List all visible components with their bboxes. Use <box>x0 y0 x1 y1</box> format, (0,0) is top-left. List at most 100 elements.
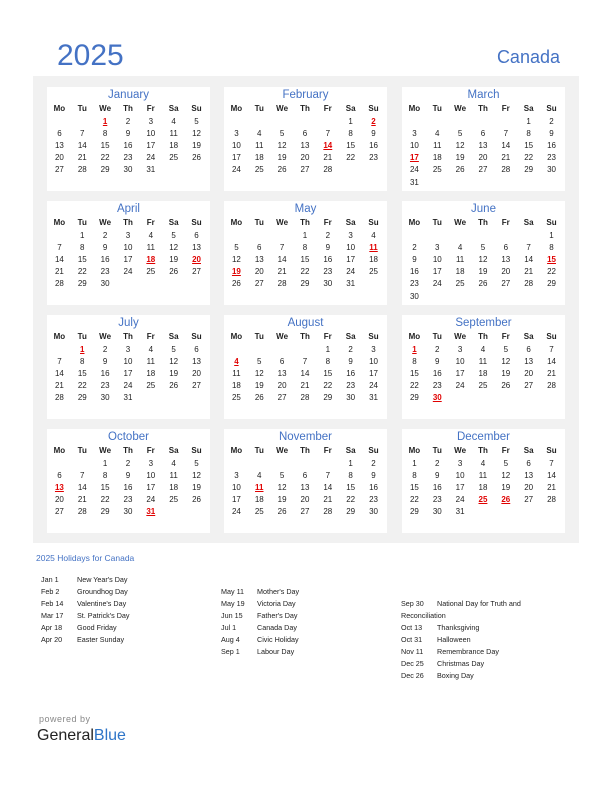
day-number: 5 <box>171 344 176 354</box>
week-row: 10 11 12 13 14 15 16 <box>403 139 563 151</box>
day-cell: 9 <box>94 241 117 253</box>
empty-cell <box>517 392 540 404</box>
day-cell: 24 <box>449 494 472 506</box>
day-cell: 12 <box>185 127 208 139</box>
month-table: Mo Tu We Th Fr Sa Su 1 2 3 4 5 6 7 8 9 10 11 12 13 14 15 16 17 1… <box>225 444 385 518</box>
empty-cell <box>426 229 449 241</box>
month-title: September <box>455 317 512 329</box>
empty-cell <box>294 457 317 469</box>
week-row: 8 9 10 11 12 13 14 <box>403 355 563 367</box>
weekday-label: Su <box>191 104 202 113</box>
day-cell: 4 <box>139 229 162 241</box>
day-cell: 7 <box>48 241 71 253</box>
empty-cell <box>540 290 563 302</box>
day-cell: 20 <box>517 367 540 379</box>
brand-logo[interactable]: GeneralBlue <box>37 727 126 745</box>
day-number: 27 <box>254 279 264 289</box>
holiday-item: Jul 1 Canada Day <box>221 622 299 634</box>
day-cell: 15 <box>517 139 540 151</box>
week-row: 28 29 30 31 <box>48 392 208 404</box>
day-number: 21 <box>323 153 333 163</box>
day-cell: 5 <box>449 127 472 139</box>
day-number: 31 <box>409 177 419 187</box>
day-number: 26 <box>192 495 201 505</box>
day-cell: 4 <box>248 469 271 481</box>
day-cell: 25 <box>139 266 162 278</box>
day-cell: 3 <box>426 241 449 253</box>
day-number: 9 <box>102 356 108 366</box>
weekday-label: Th <box>123 104 133 113</box>
weekday-label: Fr <box>501 218 510 227</box>
day-number: 24 <box>369 381 378 391</box>
holiday-item: Sep 1 Labour Day <box>221 646 299 658</box>
weekday-header-row: Mo Tu We Th Fr Sa Su <box>225 102 385 115</box>
weekday-label: Th <box>300 218 310 227</box>
day-cell: 28 <box>271 278 294 290</box>
day-cell: 30 <box>426 506 449 518</box>
day-number: 25 <box>369 267 378 277</box>
day-cell: 5 <box>271 127 294 139</box>
day-number: 11 <box>255 482 264 492</box>
month-january: January Mo Tu We Th Fr Sa Su 1 2 3 4 5 6 7 8 9 10 11 12 13 14… <box>47 87 210 191</box>
holiday-date: May 19 <box>221 599 245 608</box>
day-cell: 10 <box>117 355 140 367</box>
day-number: 5 <box>194 116 199 126</box>
day-number: 16 <box>369 140 378 150</box>
day-number: 29 <box>100 165 110 175</box>
day-number: 16 <box>346 368 356 378</box>
day-number: 30 <box>123 507 133 517</box>
week-row: 17 18 19 20 21 22 23 <box>225 494 385 506</box>
day-cell: 14 <box>71 139 94 151</box>
day-number: 18 <box>254 153 264 163</box>
day-cell: 30 <box>403 290 426 302</box>
week-row: 12 <box>225 115 385 127</box>
day-number: 3 <box>348 230 353 240</box>
day-number: 18 <box>369 254 378 264</box>
day-number: 30 <box>100 393 110 403</box>
day-cell: 13 <box>48 139 71 151</box>
month-table: Mo Tu We Th Fr Sa Su 1 2 3 4 5 6 7 8 9 10 11 12 13 14 15 16 17 1… <box>48 102 208 176</box>
day-number: 28 <box>54 279 64 289</box>
weekday-label: Sa <box>523 446 534 455</box>
day-number: 3 <box>148 116 154 126</box>
day-cell: 20 <box>48 494 71 506</box>
weekday-label: Su <box>368 104 379 113</box>
day-number: 10 <box>146 470 156 480</box>
day-cell: 9 <box>316 241 339 253</box>
day-number: 29 <box>100 507 110 517</box>
day-number: 3 <box>234 470 239 480</box>
day-number: 26 <box>501 495 511 505</box>
day-cell: 25 <box>472 380 495 392</box>
holiday-date: Jun 15 <box>221 611 243 620</box>
day-cell: 9 <box>94 355 117 367</box>
day-number: 22 <box>100 153 110 163</box>
day-cell: 20 <box>48 152 71 164</box>
day-number: 8 <box>526 128 531 138</box>
day-number: 21 <box>77 153 87 163</box>
day-cell: 23 <box>94 266 117 278</box>
day-number: 29 <box>524 165 534 175</box>
day-number: 7 <box>80 470 85 480</box>
holiday-day-cell: 1 <box>403 343 426 355</box>
day-number: 26 <box>192 153 201 163</box>
day-number: 7 <box>57 356 62 366</box>
day-cell: 6 <box>48 127 71 139</box>
empty-cell <box>117 278 140 290</box>
day-number: 1 <box>526 116 531 126</box>
day-cell: 15 <box>71 253 94 265</box>
holiday-column: Sep 30 National Day for Truth and Reconcil… <box>401 598 521 682</box>
day-number: 23 <box>432 381 442 391</box>
day-cell: 28 <box>294 392 317 404</box>
holiday-day-cell: 26 <box>494 494 517 506</box>
day-number: 16 <box>432 368 442 378</box>
holiday-day-cell: 1 <box>94 115 117 127</box>
day-cell: 18 <box>225 380 248 392</box>
holiday-item: Oct 31 Halloween <box>401 634 521 646</box>
holiday-name-continued: Reconciliation <box>401 611 446 620</box>
day-cell: 29 <box>403 392 426 404</box>
weekday-label: Tu <box>432 104 442 113</box>
day-number: 29 <box>323 393 333 403</box>
day-number: 31 <box>146 507 156 517</box>
weekday-label: Mo <box>53 218 66 227</box>
day-cell: 28 <box>517 278 540 290</box>
